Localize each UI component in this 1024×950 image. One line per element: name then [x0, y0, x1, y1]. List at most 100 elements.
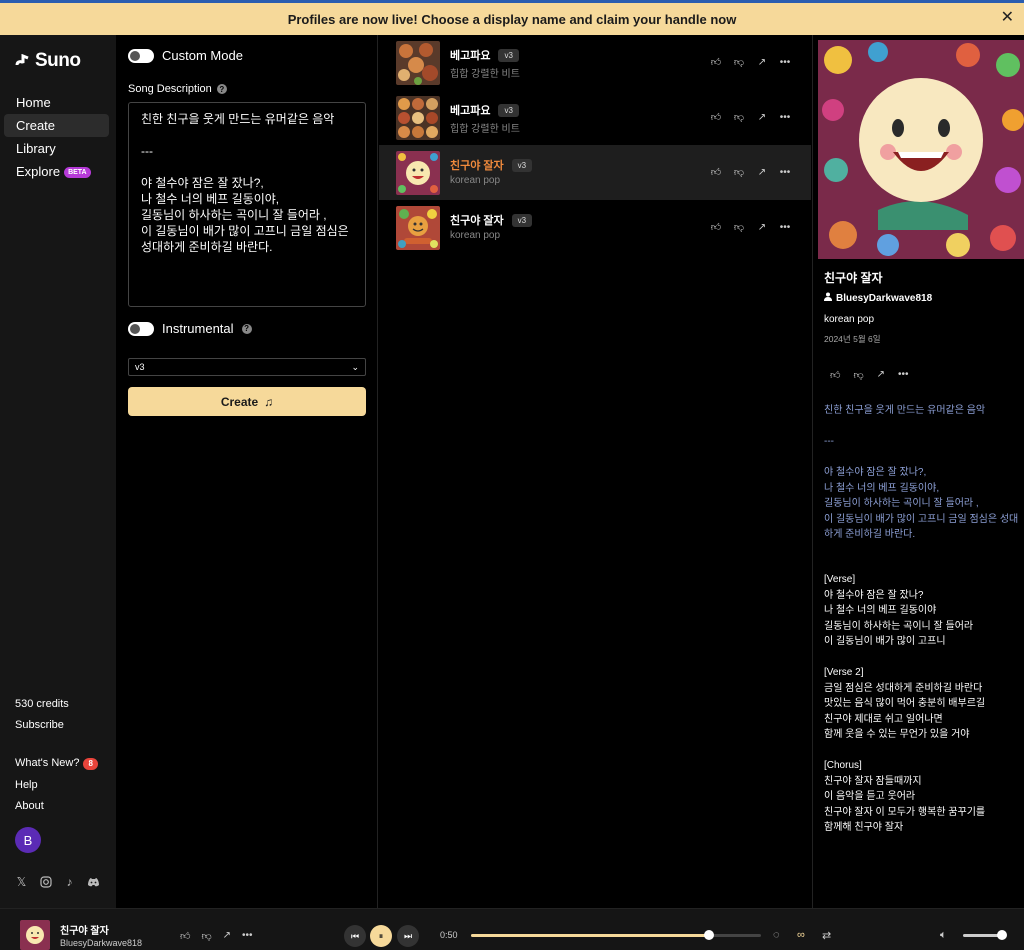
more-icon[interactable]: ••• [779, 56, 791, 68]
help-icon[interactable]: ? [216, 84, 227, 94]
more-icon[interactable]: ••• [779, 166, 791, 178]
player-title[interactable]: 친구야 잘자 [60, 922, 109, 937]
sidebar-item-explore[interactable]: Explore BETA [4, 160, 109, 183]
share-icon[interactable]: ↗ [756, 56, 768, 68]
sidebar-item-create[interactable]: Create [4, 114, 109, 137]
sidebar-nav: Home Create Library Explore BETA [4, 91, 109, 183]
song-title-row: 베고파요 v3 [450, 47, 519, 63]
thumbs-up-icon[interactable]: 👍︎ [710, 166, 722, 178]
song-detail-genre: korean pop [824, 314, 875, 325]
version-tag: v3 [498, 103, 519, 117]
song-detail-description: 친한 친구을 웃게 만드는 유머같은 음악 --- 야 철수야 잠은 잘 잤나?… [824, 405, 1019, 540]
more-icon[interactable]: ••• [898, 369, 909, 381]
song-row[interactable]: 베고파요 v3 힙합 강렬한 비트 👍︎ 👎︎ ↗ ••• [379, 35, 811, 90]
share-icon[interactable]: ↗ [756, 166, 768, 178]
song-genre: korean pop [450, 230, 501, 241]
song-row-active[interactable]: 친구야 잘자 v3 korean pop 👍︎ 👎︎ ↗ ••• [379, 145, 811, 200]
banner-text[interactable]: Profiles are now live! Choose a display … [288, 12, 737, 27]
song-cover-art [818, 40, 1024, 259]
song-actions: 👍︎ 👎︎ ↗ ••• [710, 221, 791, 234]
subscribe-link[interactable]: Subscribe [15, 719, 64, 731]
song-title[interactable]: 베고파요 [450, 47, 490, 63]
song-description-input[interactable]: 친한 친구을 웃게 만드는 유머같은 음악 --- 야 철수야 잠은 잘 잤나?… [128, 102, 366, 307]
next-button[interactable]: ⏭︎ [397, 925, 419, 947]
discord-icon[interactable] [87, 875, 100, 888]
tiktok-icon[interactable]: ♪ [63, 875, 76, 889]
thumbs-up-icon[interactable]: 👍︎ [710, 111, 722, 123]
nav-label: Create [16, 118, 56, 133]
song-detail-user[interactable]: BluesyDarkwave818 [824, 292, 932, 304]
avatar[interactable]: B [15, 827, 41, 853]
more-icon[interactable]: ••• [779, 221, 791, 233]
share-icon[interactable]: ↗ [756, 221, 768, 233]
share-icon[interactable]: ↗ [756, 111, 768, 123]
pause-icon: ⏸︎ [378, 930, 384, 941]
player-cover-image[interactable] [20, 920, 50, 950]
thumbs-down-icon[interactable]: 👎︎ [733, 221, 745, 233]
progress-knob[interactable] [703, 930, 714, 940]
x-icon[interactable]: 𝕏 [15, 875, 28, 889]
instrumental-label: Instrumental [162, 321, 234, 336]
song-title-row: 베고파요 v3 [450, 102, 519, 118]
credits-label: 530 credits [15, 698, 69, 710]
suno-logo-icon [15, 54, 29, 66]
thumbs-down-icon[interactable]: 👎︎ [733, 111, 745, 123]
loop-icon[interactable]: ∞ [797, 929, 805, 941]
thumbs-down-icon[interactable]: 👎︎ [733, 166, 745, 178]
instagram-icon[interactable] [39, 875, 52, 888]
player-user[interactable]: BluesyDarkwave818 [60, 938, 142, 948]
credits-text: 530 credits [15, 695, 69, 710]
skip-forward-icon: ⏭︎ [403, 930, 413, 941]
share-icon[interactable]: ↗ [223, 930, 231, 942]
thumbs-down-icon[interactable]: 👎︎ [733, 56, 745, 68]
instrumental-toggle[interactable] [128, 321, 154, 336]
song-cover-image[interactable] [396, 96, 440, 140]
custom-mode-label: Custom Mode [162, 48, 243, 63]
create-button[interactable]: Create ♫ [128, 387, 366, 416]
music-note-icon: ♫ [264, 394, 274, 409]
song-title-row: 친구야 잘자 v3 [450, 212, 533, 228]
song-row[interactable]: 베고파요 v3 힙합 강렬한 비트 👍︎ 👎︎ ↗ ••• [379, 90, 811, 145]
volume-icon[interactable]: 🔈︎ [940, 929, 947, 942]
suno-logo[interactable]: Suno [15, 50, 81, 72]
username: BluesyDarkwave818 [836, 292, 933, 304]
song-title[interactable]: 친구야 잘자 [450, 212, 504, 228]
model-version-select[interactable]: v3 ⌄ [128, 358, 366, 376]
pause-button[interactable]: ⏸︎ [370, 925, 392, 947]
song-row[interactable]: 친구야 잘자 v3 korean pop 👍︎ 👎︎ ↗ ••• [379, 200, 811, 255]
song-cover-image[interactable] [396, 151, 440, 195]
progress-bar[interactable] [471, 930, 761, 940]
thumbs-down-icon[interactable]: 👎︎ [853, 369, 863, 381]
song-genre: 힙합 강렬한 비트 [450, 69, 520, 80]
player-bar: 친구야 잘자 BluesyDarkwave818 👍︎ 👎︎ ↗ ••• ⏮︎ … [0, 908, 1024, 950]
sidebar-item-library[interactable]: Library [4, 137, 109, 160]
more-icon[interactable]: ••• [242, 930, 253, 942]
song-cover-image[interactable] [396, 41, 440, 85]
whats-new-link[interactable]: What's New? [15, 757, 79, 769]
version-tag: v3 [511, 158, 533, 172]
song-actions: 👍︎ 👎︎ ↗ ••• [710, 56, 791, 69]
sidebar-item-home[interactable]: Home [4, 91, 109, 114]
song-actions: 👍︎ 👎︎ ↗ ••• [710, 111, 791, 124]
more-icon[interactable]: ••• [779, 111, 791, 123]
song-title[interactable]: 친구야 잘자 [450, 157, 504, 173]
close-icon[interactable]: ✕ [1001, 10, 1014, 26]
song-cover-image[interactable] [396, 206, 440, 250]
custom-mode-toggle[interactable] [128, 48, 154, 63]
thumbs-down-icon[interactable]: 👎︎ [201, 930, 211, 942]
volume-slider[interactable] [963, 930, 1007, 940]
song-title[interactable]: 베고파요 [450, 102, 490, 118]
share-icon[interactable]: ↗ [877, 369, 885, 381]
thumbs-up-icon[interactable]: 👍︎ [180, 930, 190, 942]
thumbs-up-icon[interactable]: 👍︎ [830, 369, 840, 381]
help-icon[interactable]: ? [241, 323, 252, 334]
help-link[interactable]: Help [15, 779, 38, 791]
whats-new-count-badge: 8 [83, 758, 98, 770]
about-link[interactable]: About [15, 800, 44, 812]
volume-knob[interactable] [997, 930, 1007, 940]
song-detail-lyrics: [Verse] 야 철수야 잠은 잘 잤나? 나 철수 너의 베프 길동이야 길… [824, 574, 986, 833]
thumbs-up-icon[interactable]: 👍︎ [710, 56, 722, 68]
thumbs-up-icon[interactable]: 👍︎ [710, 221, 722, 233]
previous-button[interactable]: ⏮︎ [344, 925, 366, 947]
shuffle-icon[interactable]: ⇄ [822, 929, 831, 942]
